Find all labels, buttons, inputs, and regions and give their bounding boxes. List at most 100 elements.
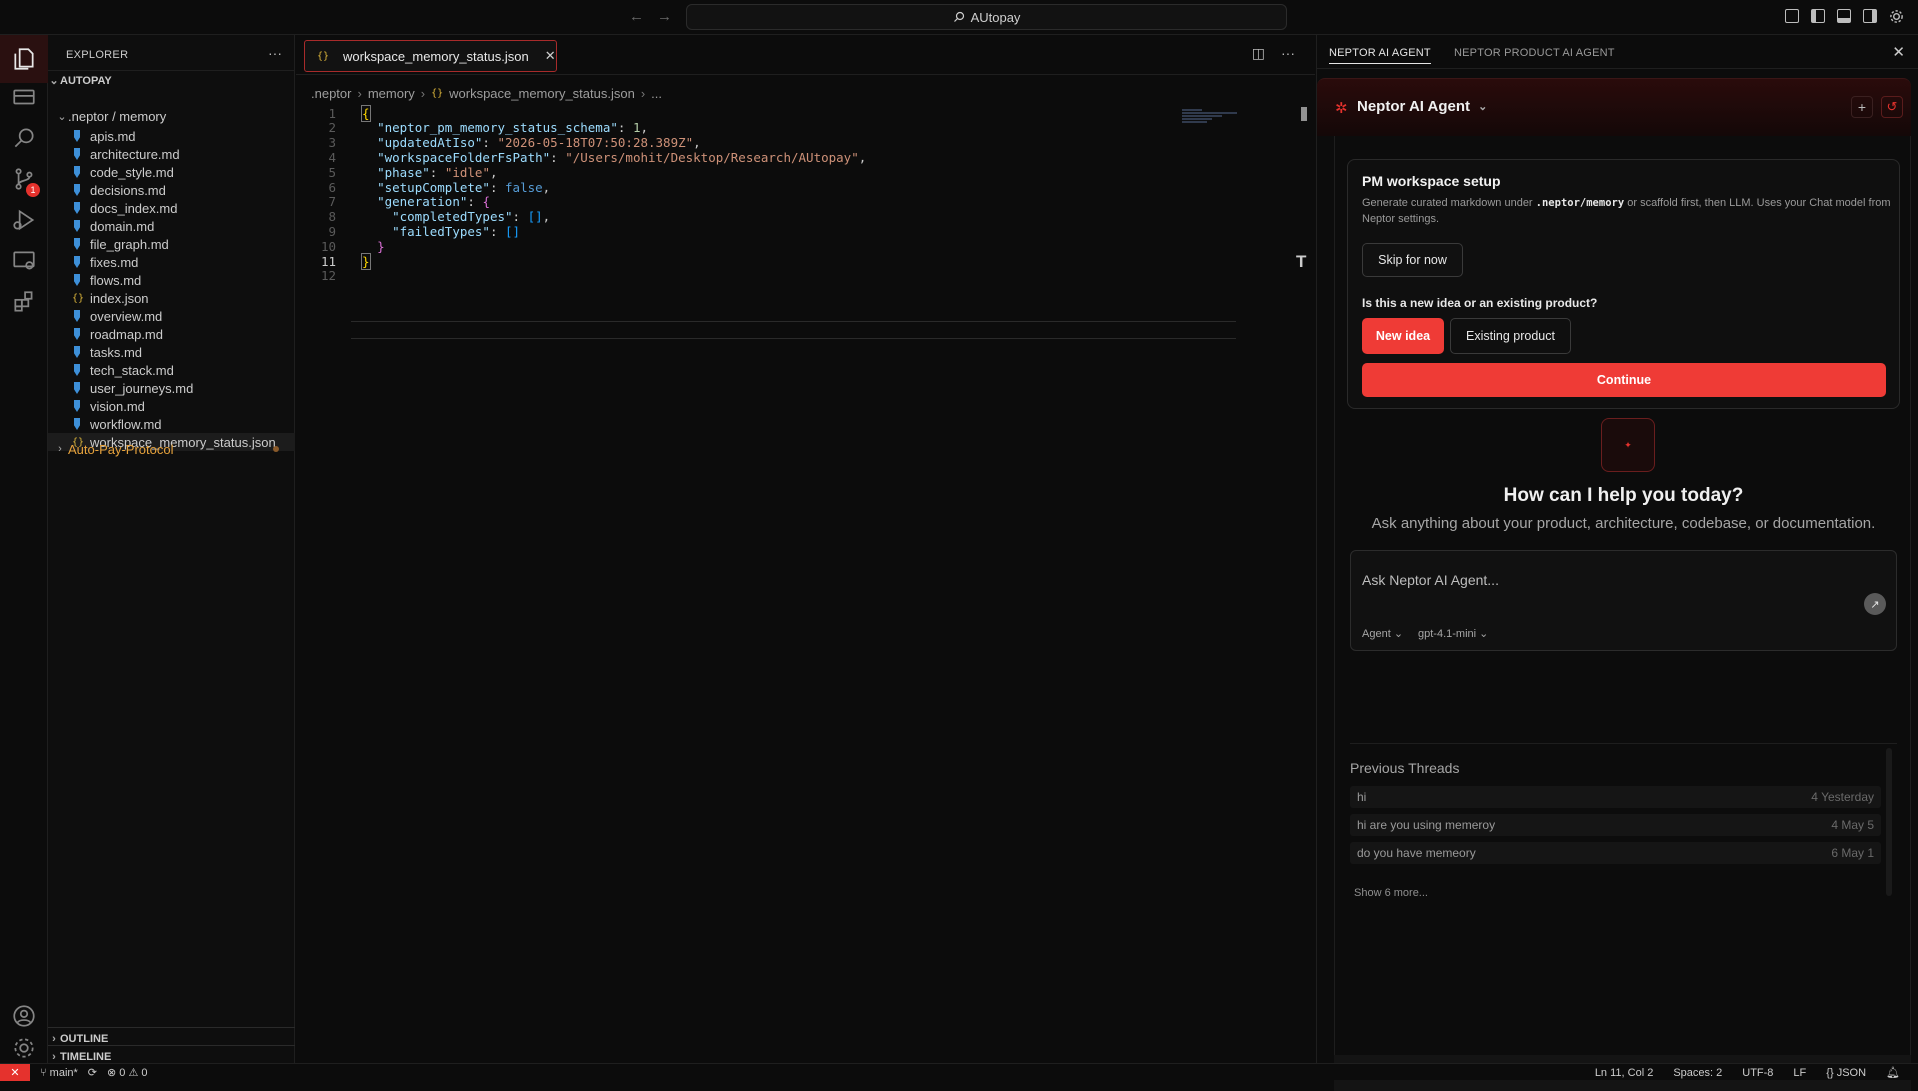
code-token: { (361, 104, 371, 122)
model-dropdown[interactable]: gpt-4.1-mini ⌄ (1418, 627, 1488, 640)
toggle-secondary-sidebar-icon[interactable] (1863, 9, 1877, 23)
breadcrumb-item[interactable]: .neptor (311, 86, 351, 101)
indentation[interactable]: Spaces: 2 (1673, 1067, 1722, 1079)
manage-gear-icon[interactable] (0, 1033, 48, 1063)
code-token: } (361, 252, 371, 270)
close-panel-icon[interactable]: ✕ (1892, 43, 1905, 61)
mode-dropdown[interactable]: Agent ⌄ (1362, 627, 1403, 640)
send-arrow-icon[interactable]: ↗ (1864, 593, 1886, 615)
json-file-icon: {} (1826, 1066, 1834, 1079)
more-actions-icon[interactable]: ··· (268, 45, 282, 61)
more-actions-icon[interactable]: ··· (1281, 45, 1295, 62)
markdown-file-icon (72, 202, 82, 214)
language-mode[interactable]: {} JSON (1826, 1067, 1866, 1079)
setup-description: Generate curated markdown under .neptor/… (1362, 197, 1891, 225)
close-tab-icon[interactable]: ✕ (545, 48, 556, 64)
end-of-line[interactable]: LF (1793, 1067, 1806, 1079)
extensions-icon[interactable] (0, 278, 48, 326)
editor-actions: ◫ ··· (1252, 45, 1295, 62)
file-item[interactable]: domain.md (48, 217, 295, 235)
tab-neptor-ai-agent[interactable]: NEPTOR AI AGENT (1329, 47, 1431, 64)
modified-dot-icon (273, 446, 279, 452)
file-item[interactable]: flows.md (48, 271, 295, 289)
tab-label: workspace_memory_status.json (343, 48, 529, 64)
agent-body: PM workspace setup Generate curated mark… (1334, 136, 1911, 1063)
problems-indicator[interactable]: ⊗ 0 ⚠ 0 (107, 1066, 148, 1079)
file-item[interactable]: vision.md (48, 397, 295, 415)
file-label: file_graph.md (90, 236, 169, 252)
skip-for-now-button[interactable]: Skip for now (1362, 243, 1463, 277)
tab-workspace-memory-status[interactable]: {} workspace_memory_status.json ✕ (304, 40, 557, 72)
threads-scrollbar[interactable] (1886, 748, 1892, 896)
git-branch-icon: ⑂ (40, 1066, 47, 1079)
encoding[interactable]: UTF-8 (1742, 1067, 1773, 1079)
branch-indicator[interactable]: ⑂ main* (40, 1067, 78, 1079)
file-item[interactable]: apis.md (48, 127, 295, 145)
chevron-right-icon: › (357, 85, 362, 101)
file-item[interactable]: fixes.md (48, 253, 295, 271)
folder-neptor-memory[interactable]: ⌄ .neptor / memory (48, 105, 295, 127)
file-item[interactable]: file_graph.md (48, 235, 295, 253)
chevron-right-icon: › (52, 1050, 56, 1063)
remote-indicator-icon[interactable]: ✕ (0, 1064, 30, 1081)
divider (1350, 743, 1897, 744)
file-item[interactable]: tech_stack.md (48, 361, 295, 379)
scrollbar-thumb[interactable] (1301, 107, 1307, 121)
file-item[interactable]: decisions.md (48, 181, 295, 199)
thread-item[interactable]: do you have memeory 6 May 1 (1350, 842, 1881, 864)
workspace-root[interactable]: ⌄ AUTOPAY (48, 70, 295, 90)
toggle-primary-sidebar-icon[interactable] (1811, 9, 1825, 23)
command-center-search[interactable]: AUtopay (686, 4, 1287, 30)
breadcrumb-item[interactable]: workspace_memory_status.json (449, 86, 635, 101)
toggle-panel-icon[interactable] (1837, 9, 1851, 23)
continue-button[interactable]: Continue (1362, 363, 1886, 397)
json-key: "generation" (377, 194, 468, 210)
file-item[interactable]: workflow.md (48, 415, 295, 433)
file-label: decisions.md (90, 182, 166, 198)
breadcrumb-item[interactable]: memory (368, 86, 415, 101)
customize-layout-icon[interactable] (1785, 9, 1799, 23)
new-idea-button[interactable]: New idea (1362, 318, 1444, 354)
outline-label: OUTLINE (60, 1032, 109, 1045)
notifications-bell-icon[interactable]: 🔔︎ (1886, 1066, 1900, 1079)
thread-item[interactable]: hi are you using memeroy 4 May 5 (1350, 814, 1881, 836)
show-more-link[interactable]: Show 6 more... (1354, 887, 1428, 899)
activity-bar: 1 (0, 35, 48, 1063)
folder-auto-pay-protocol[interactable]: › Auto-Pay-Protocol (48, 438, 295, 460)
existing-product-button[interactable]: Existing product (1450, 318, 1571, 354)
minimap[interactable] (1182, 109, 1252, 129)
history-icon[interactable]: ↺ (1881, 96, 1903, 118)
new-chat-icon[interactable]: + (1851, 96, 1873, 118)
agent-selector[interactable]: Neptor AI Agent ⌄ (1357, 98, 1487, 115)
chat-input-box[interactable]: Ask Neptor AI Agent... ↗ Agent ⌄ gpt-4.1… (1350, 550, 1897, 651)
file-item[interactable]: {} index.json (48, 289, 295, 307)
tab-neptor-product-ai-agent[interactable]: NEPTOR PRODUCT AI AGENT (1454, 47, 1615, 59)
secondary-sidebar: NEPTOR AI AGENT NEPTOR PRODUCT AI AGENT … (1316, 35, 1918, 1091)
file-item[interactable]: tasks.md (48, 343, 295, 361)
file-item[interactable]: roadmap.md (48, 325, 295, 343)
thread-item[interactable]: hi 4 Yesterday (1350, 786, 1881, 808)
back-arrow-icon[interactable]: ← (629, 8, 644, 25)
folder-label: Auto-Pay-Protocol (68, 441, 174, 457)
forward-arrow-icon[interactable]: → (657, 8, 672, 25)
markdown-file-icon (72, 220, 82, 232)
file-item[interactable]: code_style.md (48, 163, 295, 181)
json-file-icon: {} (72, 292, 85, 304)
chat-input[interactable]: Ask Neptor AI Agent... (1362, 572, 1499, 588)
warning-icon: ⚠ (128, 1067, 139, 1079)
settings-gear-icon[interactable] (1889, 9, 1904, 24)
file-item[interactable]: user_journeys.md (48, 379, 295, 397)
file-item[interactable]: docs_index.md (48, 199, 295, 217)
breadcrumb-item[interactable]: ... (651, 86, 662, 101)
explorer-title: EXPLORER (66, 49, 129, 61)
cursor-position[interactable]: Ln 11, Col 2 (1595, 1067, 1654, 1079)
breadcrumb: .neptor › memory › {} workspace_memory_s… (311, 83, 662, 103)
sync-icon[interactable]: ⟳ (88, 1066, 97, 1079)
split-editor-icon[interactable]: ◫ (1252, 45, 1265, 62)
file-item[interactable]: architecture.md (48, 145, 295, 163)
file-item[interactable]: overview.md (48, 307, 295, 325)
status-right: Ln 11, Col 2 Spaces: 2 UTF-8 LF {} JSON … (1595, 1066, 1900, 1080)
file-label: domain.md (90, 218, 155, 234)
file-label: workflow.md (90, 416, 162, 432)
agent-header: ✲ Neptor AI Agent ⌄ + ↺ (1317, 78, 1911, 136)
